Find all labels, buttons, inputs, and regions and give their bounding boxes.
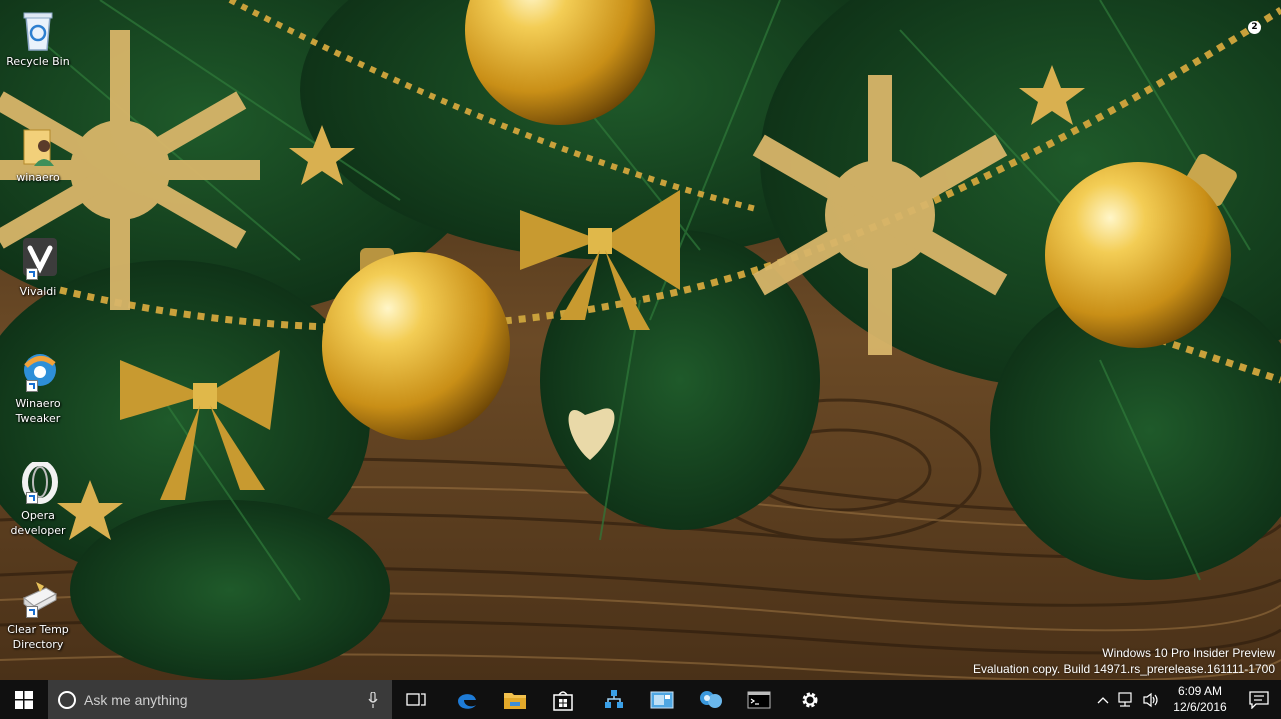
microphone-icon[interactable]: [368, 691, 378, 708]
user-folder-icon: [16, 124, 60, 168]
desktop-icon-winaero[interactable]: winaero: [2, 124, 74, 185]
shortcut-arrow-icon: [26, 492, 38, 504]
volume-icon: [1143, 692, 1158, 707]
command-prompt-taskbar-button[interactable]: [735, 680, 783, 719]
search-placeholder: Ask me anything: [84, 691, 188, 708]
shortcut-arrow-icon: [26, 606, 38, 618]
clock-time: 6:09 AM: [1177, 684, 1223, 698]
desktop-icon-label: Vivaldi: [19, 285, 57, 298]
file-explorer-icon: [504, 692, 526, 709]
people-app-taskbar-button[interactable]: [687, 680, 735, 719]
notification-count-badge: 2: [1248, 21, 1261, 34]
action-center-button[interactable]: [1236, 680, 1281, 719]
christmas-wallpaper-image: [0, 0, 1281, 680]
vivaldi-icon: [16, 238, 60, 282]
desktop-icon-vivaldi[interactable]: Vivaldi: [2, 238, 74, 299]
store-icon: [553, 690, 573, 711]
watermark-build: Evaluation copy. Build 14971.rs_prerelea…: [973, 662, 1275, 676]
network-icon: [1118, 691, 1132, 707]
edge-icon: [458, 693, 476, 709]
desktop-icon-winaero-tweaker[interactable]: Winaero Tweaker: [2, 350, 74, 426]
desktop-icon-label: Winaero Tweaker: [15, 397, 61, 425]
settings-taskbar-button[interactable]: [786, 680, 834, 719]
network-app-icon: [605, 689, 623, 708]
people-app-icon: [700, 690, 722, 708]
cortana-icon: [58, 690, 76, 709]
desktop-wallpaper: [0, 0, 1281, 680]
desktop-icon-label: winaero: [16, 171, 60, 184]
taskbar-clock[interactable]: 6:09 AM 12/6/2016: [1164, 683, 1236, 715]
clock-date: 12/6/2016: [1173, 700, 1227, 714]
network-tray-button[interactable]: [1114, 680, 1138, 719]
notification-icon: [1248, 690, 1269, 709]
task-view-button[interactable]: [392, 680, 440, 719]
windows-build-watermark: Windows 10 Pro Insider Preview Evaluatio…: [973, 645, 1275, 677]
windows-logo-icon: [15, 690, 33, 709]
settings-icon: [802, 692, 818, 707]
desktop-icon-label: Recycle Bin: [6, 55, 70, 68]
volume-tray-button[interactable]: [1138, 680, 1164, 719]
watermark-edition: Windows 10 Pro Insider Preview: [1102, 646, 1275, 660]
shortcut-arrow-icon: [26, 268, 38, 280]
desktop-icon-label: Clear Temp Directory: [7, 623, 69, 651]
clear-temp-icon: [16, 576, 60, 620]
photos-app-taskbar-button[interactable]: [638, 680, 686, 719]
winaero-tweaker-icon: [16, 350, 60, 394]
store-taskbar-button[interactable]: [539, 680, 587, 719]
start-button[interactable]: [0, 680, 48, 719]
recycle-bin-icon: [16, 8, 60, 52]
desktop-icon-label: Opera developer: [10, 509, 66, 537]
task-view-icon: [406, 692, 426, 706]
shortcut-arrow-icon: [26, 380, 38, 392]
network-app-taskbar-button[interactable]: [590, 680, 638, 719]
edge-taskbar-button[interactable]: [443, 680, 491, 719]
chevron-up-icon: [1097, 696, 1109, 703]
desktop-icon-clear-temp-directory[interactable]: Clear Temp Directory: [2, 576, 74, 652]
taskbar: Ask me anything 6:09 AM 12/6/2016: [0, 680, 1281, 719]
show-hidden-icons-button[interactable]: [1092, 680, 1114, 719]
opera-icon: [16, 462, 60, 506]
command-prompt-icon: [747, 691, 771, 708]
file-explorer-taskbar-button[interactable]: [491, 680, 539, 719]
cortana-search-box[interactable]: Ask me anything: [48, 680, 392, 719]
desktop-icon-recycle-bin[interactable]: Recycle Bin: [2, 8, 74, 69]
desktop-icon-opera-developer[interactable]: Opera developer: [2, 462, 74, 538]
photos-app-icon: [650, 691, 674, 708]
